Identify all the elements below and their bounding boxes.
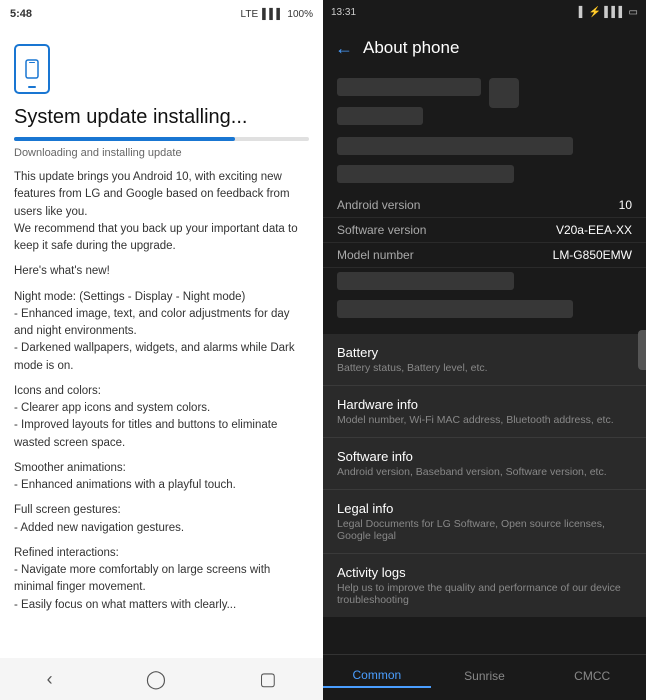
software-version-row: Software version V20a-EEA-XX [323,218,646,243]
left-content: System update installing... Downloading … [0,28,323,658]
lte-icon: LTE [241,9,259,20]
android-version-label: Android version [337,198,420,212]
body-para-5: Smoother animations:- Enhanced animation… [14,460,309,495]
body-para-4: Icons and colors:- Clearer app icons and… [14,383,309,452]
right-page-title: About phone [363,38,459,58]
legal-info-title: Legal info [337,501,632,516]
scroll-handle [638,330,646,370]
battery-right-icon: ▭ [629,7,638,18]
software-info-menu-item[interactable]: Software info Android version, Baseband … [323,438,646,490]
body-para-3: Night mode: (Settings - Display - Night … [14,289,309,375]
right-status-icons: ▌ ⚡ ▌▌▌ ▭ [579,7,638,18]
software-info-title: Software info [337,449,632,464]
more-private-info [323,268,646,328]
model-number-label: Model number [337,248,414,262]
software-info-desc: Android version, Baseband version, Softw… [337,466,632,478]
left-bottom-nav: ‹ ◯ ▢ [0,658,323,700]
device-image-section [323,72,646,137]
software-version-value: V20a-EEA-XX [556,223,632,237]
blurred-col-1 [337,78,481,131]
body-para-7: Refined interactions:- Navigate more com… [14,545,309,614]
body-para-6: Full screen gestures:- Added new navigat… [14,502,309,537]
progress-bar-fill [14,137,235,141]
right-time: 13:31 [331,7,356,18]
right-header: ← About phone [323,24,646,72]
activity-logs-menu-item[interactable]: Activity logs Help us to improve the qua… [323,554,646,617]
blurred-row [337,165,514,183]
legal-info-menu-item[interactable]: Legal info Legal Documents for LG Softwa… [323,490,646,554]
blurred-row [337,78,481,96]
right-back-button[interactable]: ← [335,38,353,59]
blurred-img [489,78,519,108]
left-status-bar: 5:48 LTE ▌▌▌ 100% [0,0,323,28]
left-panel: 5:48 LTE ▌▌▌ 100% System update installi… [0,0,323,700]
back-button[interactable]: ‹ [27,663,73,696]
body-para-1: This update brings you Android 10, with … [14,169,309,255]
battery-desc: Battery status, Battery level, etc. [337,362,632,374]
menu-section: Battery Battery status, Battery level, e… [323,334,646,617]
battery-icon: 100% [287,9,313,20]
software-version-label: Software version [337,223,426,237]
right-panel: 13:31 ▌ ⚡ ▌▌▌ ▭ ← About phone [323,0,646,700]
body-para-2: Here's what's new! [14,263,309,280]
blurred-row [337,137,573,155]
downloading-label: Downloading and installing update [14,147,309,159]
android-version-value: 10 [619,198,632,212]
update-title: System update installing... [14,106,309,129]
left-time: 5:48 [10,8,32,20]
home-button[interactable]: ◯ [126,663,186,696]
activity-logs-title: Activity logs [337,565,632,580]
wifi-icon: ⚡ [589,7,601,18]
blurred-row [337,300,573,318]
battery-menu-item[interactable]: Battery Battery status, Battery level, e… [323,334,646,386]
battery-title: Battery [337,345,632,360]
signal-bars-icon: ▌▌▌ [604,7,625,18]
legal-info-desc: Legal Documents for LG Software, Open so… [337,518,632,542]
right-scroll-content: Android version 10 Software version V20a… [323,72,646,700]
model-number-row: Model number LM-G850EMW [323,243,646,268]
blurred-col-2 [489,78,633,131]
blurred-row [337,107,423,125]
progress-bar [14,137,309,141]
tab-cmcc[interactable]: CMCC [538,669,646,687]
tab-sunrise[interactable]: Sunrise [431,669,539,687]
right-status-bar: 13:31 ▌ ⚡ ▌▌▌ ▭ [323,0,646,24]
hardware-info-menu-item[interactable]: Hardware info Model number, Wi-Fi MAC ad… [323,386,646,438]
model-number-value: LM-G850EMW [553,248,632,262]
hardware-info-title: Hardware info [337,397,632,412]
right-bottom-tabs: Common Sunrise CMCC [323,654,646,700]
left-status-icons: LTE ▌▌▌ 100% [241,9,313,20]
android-version-row: Android version 10 [323,193,646,218]
signal-icon: ▌▌▌ [262,9,283,20]
private-info-section [323,137,646,193]
tab-common[interactable]: Common [323,668,431,688]
sim-icon: ▌ [579,7,586,18]
phone-icon-wrap [14,44,309,94]
activity-logs-desc: Help us to improve the quality and perfo… [337,582,632,606]
update-body: This update brings you Android 10, with … [14,169,309,614]
hardware-info-desc: Model number, Wi-Fi MAC address, Bluetoo… [337,414,632,426]
recent-button[interactable]: ▢ [239,663,296,696]
phone-icon [14,44,50,94]
blurred-row [337,272,514,290]
